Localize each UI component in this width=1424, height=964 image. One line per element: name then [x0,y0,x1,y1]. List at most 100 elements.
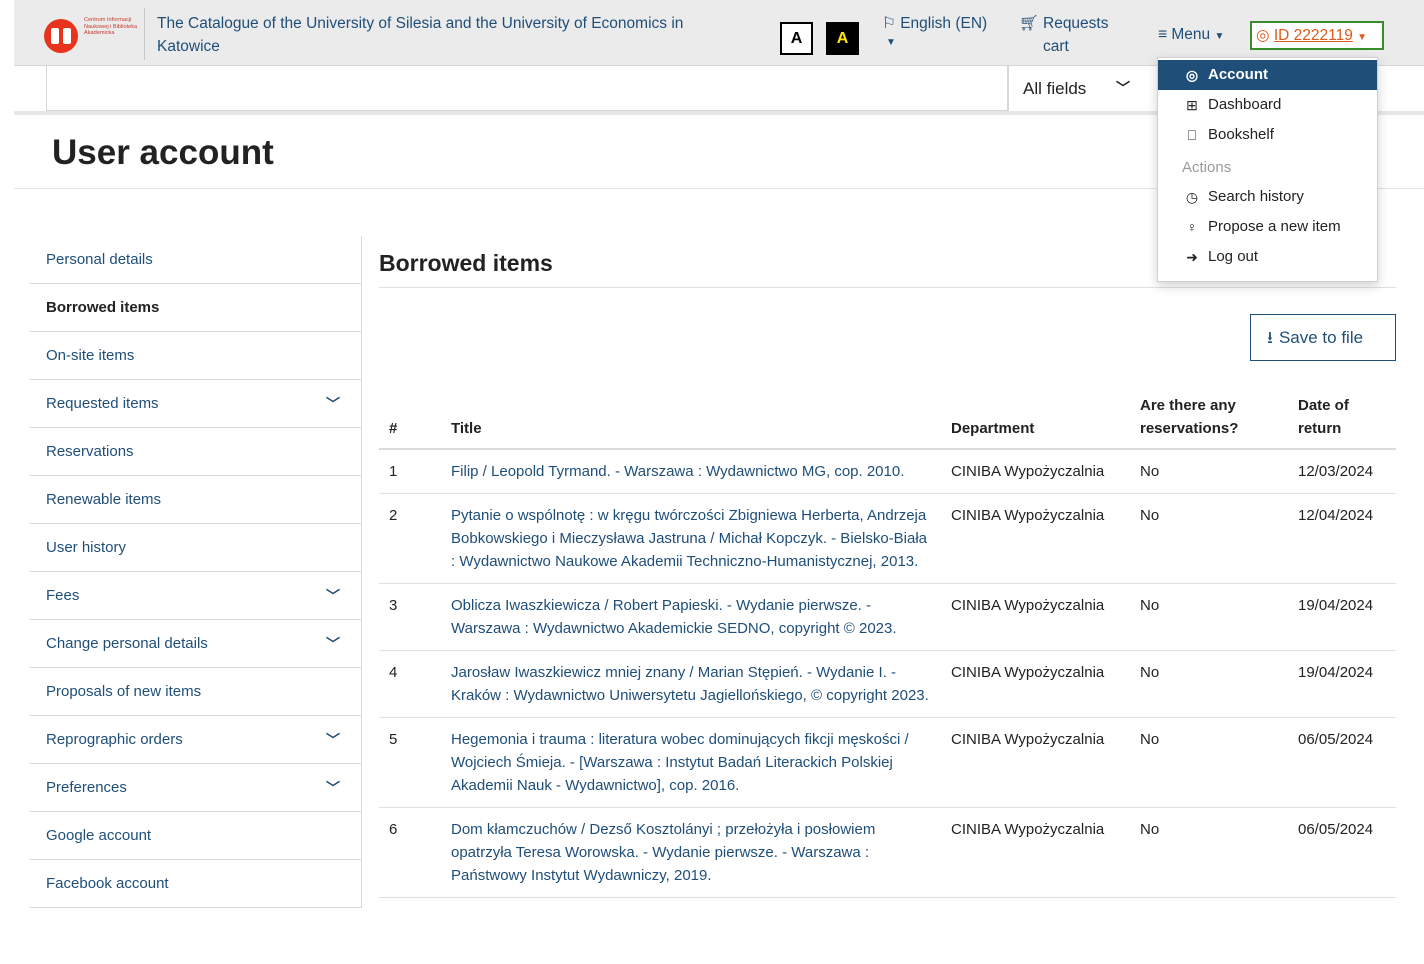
sidebar-item-proposals[interactable]: Proposals of new items [30,668,362,716]
search-field-label: All fields [1023,79,1087,98]
catalogue-title[interactable]: The Catalogue of the University of Siles… [157,12,717,58]
sidebar-item-label: User history [46,539,127,556]
chevron-down-icon[interactable]: ﹀ [326,380,340,428]
sidebar-item-label: Borrowed items [46,299,160,316]
table-row: 6 Dom kłamczuchów / Dezső Kosztolányi ; p… [379,807,1396,898]
sidebar-item-user-history[interactable]: User history [30,524,362,572]
sidebar-item-borrowed-items[interactable]: Borrowed items [30,284,362,332]
logo-text: Centrum Informacji Naukowej i Biblioteka… [84,17,138,37]
lightbulb-icon: ♀ [1186,219,1198,235]
sidebar-item-renewable-items[interactable]: Renewable items [30,476,362,524]
sidebar-item-preferences[interactable]: Preferences ﹀ [30,764,362,812]
item-title-link[interactable]: Dom kłamczuchów / Dezső Kosztolányi ; pr… [451,821,875,884]
menu-item-bookshelf[interactable]: ⎕ Bookshelf [1158,120,1377,150]
menu-item-account[interactable]: ◎ Account [1158,60,1377,90]
menu-item-label: Log out [1208,248,1259,265]
reservations-cell: No [1130,807,1288,898]
date-of-return-cell: 06/05/2024 [1288,717,1396,808]
column-header-reservations: Are there any reservations? [1130,388,1288,450]
account-sidebar: Personal details Borrowed items On-site … [30,236,362,908]
section-title: Borrowed items [379,250,553,276]
sidebar-item-label: On-site items [46,347,135,364]
sidebar-item-personal-details[interactable]: Personal details [30,236,362,284]
clock-icon: ◷ [1185,189,1199,205]
sidebar-item-label: Preferences [46,779,127,796]
sign-out-icon: ➜ [1186,249,1198,265]
sidebar-item-reprographic-orders[interactable]: Reprographic orders ﹀ [30,716,362,764]
sidebar-item-label: Reservations [46,443,134,460]
sidebar-item-reservations[interactable]: Reservations [30,428,362,476]
table-icon: ⊞ [1186,97,1198,113]
department-cell: CINIBA Wypożyczalnia [941,807,1130,898]
header-divider [144,8,145,60]
divider [379,287,1396,288]
menu-button[interactable]: ≡ Menu ▼ [1158,23,1224,48]
title-cell: Jarosław Iwaszkiewicz mniej znany / Mari… [441,650,941,718]
date-of-return-cell: 12/03/2024 [1288,449,1396,494]
department-cell: CINIBA Wypożyczalnia [941,583,1130,651]
item-title-link[interactable]: Jarosław Iwaszkiewicz mniej znany / Mari… [451,664,929,704]
page-title: User account [52,133,274,172]
sidebar-item-label: Renewable items [46,491,162,508]
sidebar-item-requested-items[interactable]: Requested items ﹀ [30,380,362,428]
search-input[interactable] [46,66,1008,111]
library-logo[interactable]: Centrum Informacji Naukowej i Biblioteka… [44,15,138,55]
sidebar-item-change-personal-details[interactable]: Change personal details ﹀ [30,620,362,668]
item-title-link[interactable]: Filip / Leopold Tyrmand. - Warszawa : Wy… [451,463,904,480]
reservations-cell: No [1130,650,1288,718]
row-number: 4 [379,650,441,718]
item-title-link[interactable]: Pytanie o wspólnotę : w kręgu twórczości… [451,507,927,570]
chevron-down-icon[interactable]: ﹀ [326,572,340,620]
table-row: 4 Jarosław Iwaszkiewicz mniej znany / Mar… [379,650,1396,718]
title-cell: Dom kłamczuchów / Dezső Kosztolányi ; pr… [441,807,941,898]
chevron-down-icon: ﹀ [1116,80,1130,96]
item-title-link[interactable]: Hegemonia i trauma : literatura wobec do… [451,731,909,794]
sidebar-item-google-account[interactable]: Google account [30,812,362,860]
sidebar-item-label: Requested items [46,395,159,412]
flag-icon: ⚐ [882,15,896,32]
caret-down-icon: ▼ [1214,31,1225,42]
language-selector[interactable]: ⚐ English (EN) ▼ [882,12,987,51]
menu-item-label: Account [1208,66,1268,83]
chevron-down-icon[interactable]: ﹀ [326,764,340,812]
normal-contrast-button[interactable]: A [780,22,813,55]
reservations-cell: No [1130,493,1288,584]
table-row: 1 Filip / Leopold Tyrmand. - Warszawa : W… [379,449,1396,494]
sidebar-item-label: Fees [46,587,80,604]
sidebar-item-on-site-items[interactable]: On-site items [30,332,362,380]
page: Centrum Informacji Naukowej i Biblioteka… [0,0,1424,964]
bookmark-icon: ⎕ [1187,127,1197,143]
sidebar-item-label: Facebook account [46,875,169,892]
requests-cart-link[interactable]: 🛒︎ Requests cart [1019,12,1115,58]
department-cell: CINIBA Wypożyczalnia [941,493,1130,584]
user-account-button[interactable]: ◎ ID 2222119 ▼ [1250,21,1384,50]
menu-item-log-out[interactable]: ➜ Log out [1158,242,1377,272]
table-header-row: # Title Department Are there any reserva… [379,388,1396,450]
requests-cart-label: Requests cart [1043,15,1109,55]
logo-mark-icon [44,19,78,53]
date-of-return-cell: 19/04/2024 [1288,650,1396,718]
menu-item-dashboard[interactable]: ⊞ Dashboard [1158,90,1377,120]
item-title-link[interactable]: Oblicza Iwaszkiewicza / Robert Papieski.… [451,597,897,637]
chevron-down-icon[interactable]: ﹀ [326,620,340,668]
sidebar-item-facebook-account[interactable]: Facebook account [30,860,362,908]
column-header-number: # [379,388,441,450]
title-cell: Oblicza Iwaszkiewicza / Robert Papieski.… [441,583,941,651]
column-header-date-of-return: Date of return [1288,388,1396,450]
sidebar-item-label: Reprographic orders [46,731,183,748]
menu-item-search-history[interactable]: ◷ Search history [1158,182,1377,212]
save-to-file-button[interactable]: ⭳ Save to file [1250,314,1396,361]
language-label: English (EN) [900,15,988,32]
sidebar-item-fees[interactable]: Fees ﹀ [30,572,362,620]
reservations-cell: No [1130,717,1288,808]
high-contrast-button[interactable]: A [826,22,859,55]
menu-item-propose-new-item[interactable]: ♀ Propose a new item [1158,212,1377,242]
search-field-select[interactable]: All fields ﹀ [1008,66,1148,111]
save-to-file-label: Save to file [1278,328,1364,347]
column-header-department: Department [941,388,1130,450]
title-cell: Pytanie o wspólnotę : w kręgu twórczości… [441,493,941,584]
sidebar-item-label: Proposals of new items [46,683,202,700]
chevron-down-icon[interactable]: ﹀ [326,716,340,764]
cart-icon: 🛒︎ [1019,15,1039,32]
date-of-return-cell: 12/04/2024 [1288,493,1396,584]
